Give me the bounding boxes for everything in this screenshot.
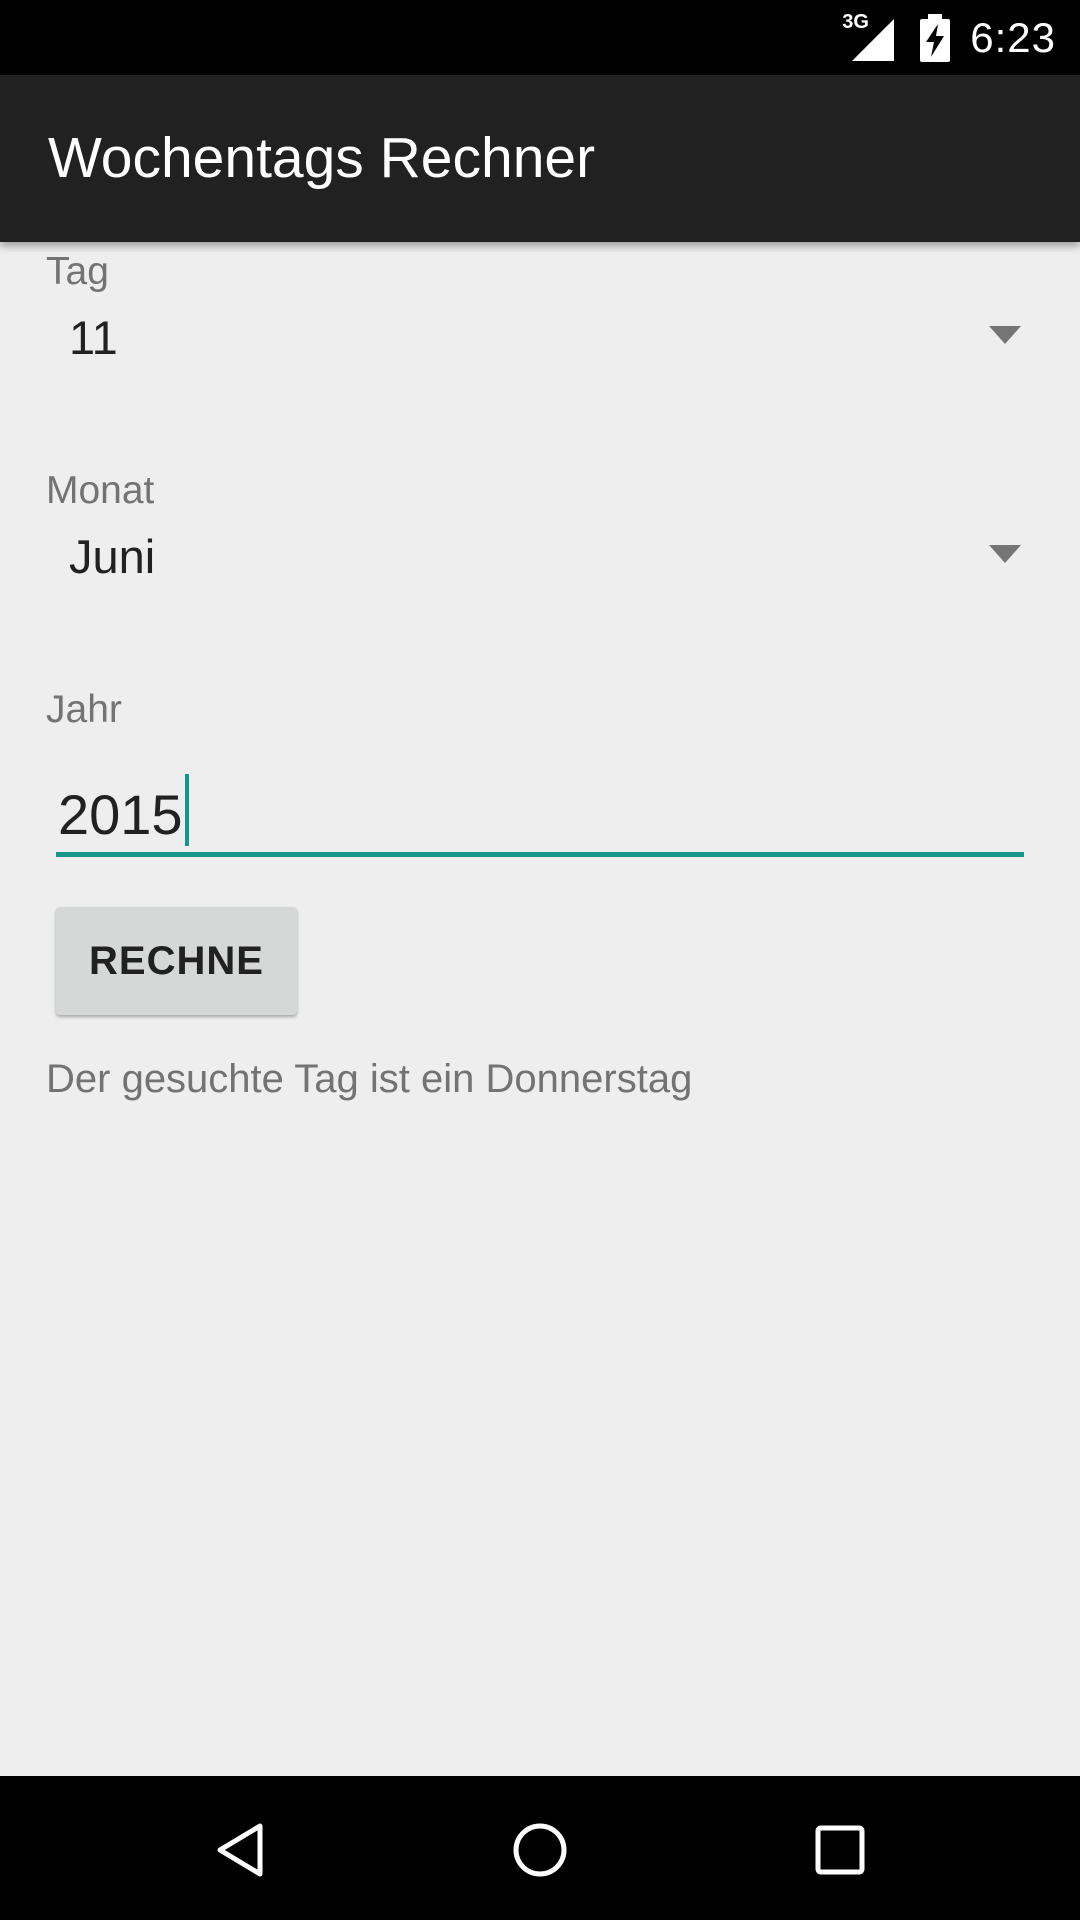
clock: 6:23 [970, 13, 1056, 61]
back-icon[interactable] [200, 1810, 280, 1890]
year-label: Jahr [46, 688, 122, 731]
navigation-bar [0, 1776, 1080, 1920]
month-value: Juni [69, 530, 156, 583]
text-cursor [184, 774, 189, 846]
month-spinner[interactable]: Juni [46, 519, 1036, 599]
year-input[interactable]: 2015 [56, 762, 1024, 857]
home-icon[interactable] [500, 1810, 580, 1890]
dropdown-arrow-icon [989, 326, 1021, 344]
app-bar: Wochentags Rechner [0, 75, 1080, 242]
app-title: Wochentags Rechner [48, 126, 596, 190]
year-value-text: 2015 [58, 783, 183, 846]
status-bar: 3G 6:23 [0, 0, 1080, 75]
signal-icon: 3G [842, 11, 900, 61]
screen: 3G 6:23 Wochentags Rechner Tag 11 Monat … [0, 0, 1080, 1920]
day-label: Tag [46, 250, 109, 293]
day-spinner[interactable]: 11 [46, 300, 1036, 380]
day-value: 11 [69, 311, 118, 364]
dropdown-arrow-icon [989, 545, 1021, 563]
recents-icon[interactable] [800, 1810, 880, 1890]
battery-charging-icon [920, 13, 951, 62]
year-value: 2015 [58, 774, 189, 847]
result-text: Der gesuchte Tag ist ein Donnerstag [46, 1057, 693, 1101]
month-label: Monat [46, 469, 155, 512]
status-icons: 3G 6:23 [842, 0, 1056, 75]
network-type-label: 3G [842, 10, 869, 33]
calculate-button[interactable]: RECHNE [56, 907, 297, 1015]
